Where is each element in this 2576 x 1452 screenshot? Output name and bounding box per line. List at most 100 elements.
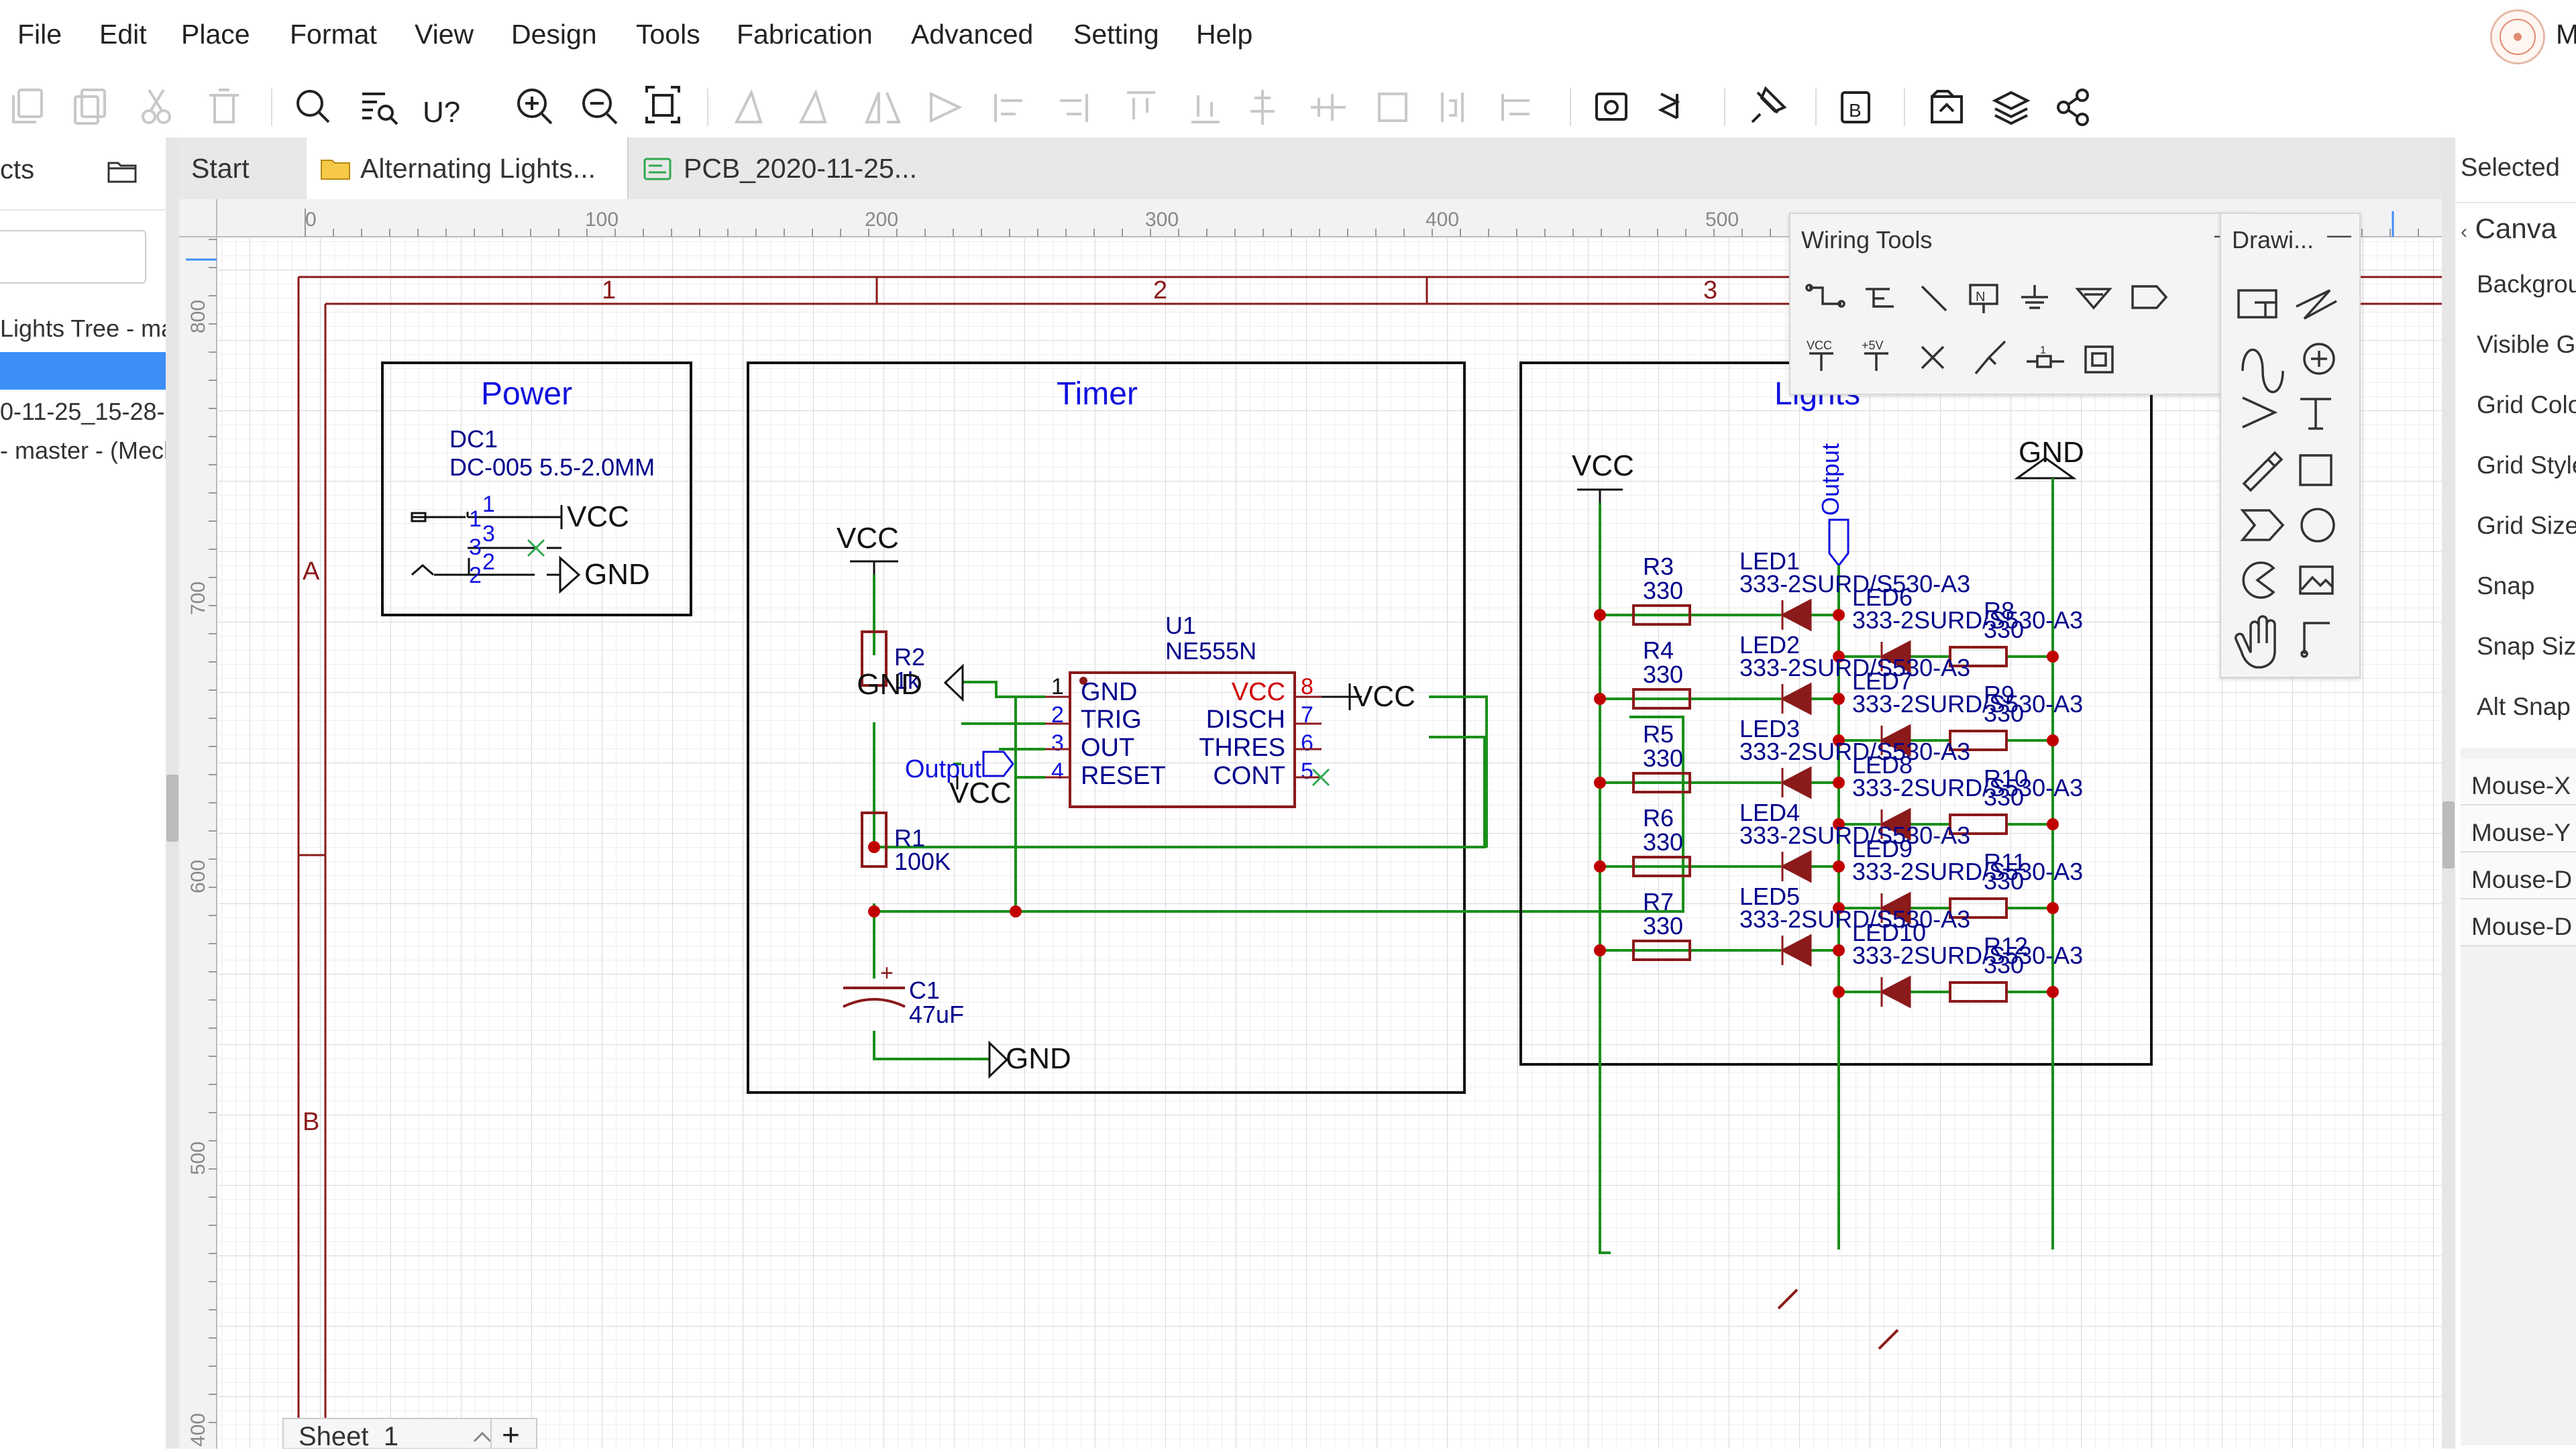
collapse-handle[interactable]	[2443, 801, 2455, 869]
resistor-value: 330	[1643, 912, 1683, 940]
svg-text:RESET: RESET	[1081, 762, 1166, 790]
tab-pcb[interactable]: PCB_2020-11-25...	[630, 137, 938, 199]
resistor-ref: R6	[1643, 804, 1674, 832]
avatar[interactable]	[2490, 9, 2545, 64]
svg-text:8: 8	[1301, 674, 1313, 700]
collapse-handle[interactable]	[166, 775, 178, 842]
svg-text:THRES: THRES	[1199, 734, 1285, 762]
tree-item[interactable]: - master - (Mech	[0, 437, 177, 465]
symbol-box-icon	[2237, 289, 2277, 319]
net-label-icon: N	[1969, 284, 1998, 313]
menu-setting[interactable]: Setting	[1073, 19, 1159, 50]
zoom-in-icon[interactable]	[517, 89, 553, 125]
bom-icon[interactable]: B	[1841, 91, 1870, 123]
duplicate-icon[interactable]	[74, 89, 106, 125]
pin-tool-icon: 1	[2027, 345, 2064, 368]
polygon-icon	[2240, 509, 2285, 541]
svg-text:1: 1	[2040, 345, 2046, 356]
document-tabs: Start Alternating Lights... PCB_2020-11-…	[179, 137, 2442, 199]
svg-text:3: 3	[1051, 730, 1064, 756]
cut-icon[interactable]	[142, 89, 171, 124]
zone-label: B	[303, 1108, 319, 1136]
tree-item-selected[interactable]	[0, 352, 166, 390]
menu-advanced[interactable]: Advanced	[911, 19, 1033, 50]
project-search-input[interactable]	[0, 230, 146, 284]
properties-panel: Selected ‹ Canva Backgrou Visible G Grid…	[2455, 137, 2576, 1449]
new-icon[interactable]	[12, 89, 43, 123]
menu-tools[interactable]: Tools	[636, 19, 700, 50]
section-toggle[interactable]: ‹ Canva	[2461, 213, 2557, 245]
resistor-value: 330	[1984, 783, 2024, 811]
zoom-out-icon[interactable]	[582, 89, 618, 125]
sheet-tab-label: Sheet_1	[299, 1422, 398, 1449]
zone-label: A	[303, 557, 320, 585]
distribute-icon	[1378, 93, 1407, 122]
ruler-label: 800	[187, 300, 209, 333]
menu-place[interactable]: Place	[181, 19, 250, 50]
net-label: VCC	[837, 522, 899, 555]
fit-icon[interactable]	[645, 86, 680, 123]
ruler-label: 100	[585, 209, 619, 231]
ruler-label: 300	[1145, 209, 1179, 231]
probe-icon	[1974, 340, 2006, 375]
search-icon[interactable]	[297, 90, 330, 123]
menu-format[interactable]: Format	[290, 19, 377, 50]
toolbar: U? B	[0, 74, 2576, 137]
svg-text:N: N	[1976, 290, 1985, 304]
net-label: GND	[1006, 1042, 1071, 1075]
mouse-x-label: Mouse-X	[2471, 772, 2571, 799]
tab-schematic[interactable]: Alternating Lights...	[307, 137, 629, 199]
user-initial: M	[2556, 19, 2576, 50]
right-splitter[interactable]	[2442, 137, 2455, 1449]
tree-item[interactable]: Lights Tree - ma	[0, 315, 174, 343]
folder-icon[interactable]	[107, 159, 137, 183]
annotate-icon[interactable]	[1658, 93, 1680, 119]
drawing-tools-panel: Drawi... —	[2220, 213, 2361, 678]
chevron-down-icon: ‹	[2461, 221, 2467, 243]
part-ref: DC1	[449, 425, 498, 453]
tree-item[interactable]: 0-11-25_15-28-	[0, 398, 165, 426]
net-label: VCC	[1572, 449, 1634, 482]
menu-help[interactable]: Help	[1196, 19, 1252, 50]
distribute-v-icon	[1501, 94, 1529, 121]
left-splitter[interactable]	[166, 137, 179, 1449]
prop-snap: Snap	[2477, 572, 2535, 600]
minimize-button[interactable]: —	[2327, 221, 2351, 249]
schematic-canvas[interactable]: 0 100 200 300 400 500 800 700 600 500 40…	[179, 199, 2442, 1452]
camera-icon[interactable]	[1595, 93, 1627, 121]
menu-file[interactable]: File	[17, 19, 62, 50]
led-value: 333-2SURD/S530-A3	[1852, 774, 2083, 801]
menu-fabrication[interactable]: Fabrication	[737, 19, 873, 50]
svg-text:6: 6	[1301, 730, 1313, 756]
led-value: 333-2SURD/S530-A3	[1852, 690, 2083, 718]
resistor-value: 330	[1984, 951, 2024, 979]
resistor-value: 330	[1984, 867, 2024, 895]
tab-start[interactable]: Start	[179, 137, 307, 199]
net-port-icon	[2075, 288, 2112, 310]
output-net-label: Output	[1817, 443, 1844, 516]
block-title: Power	[481, 376, 572, 412]
delete-icon[interactable]	[209, 89, 239, 123]
block-title: Timer	[1057, 376, 1138, 412]
menu-design[interactable]: Design	[511, 19, 597, 50]
menu-view[interactable]: View	[415, 19, 474, 50]
svg-text:100K: 100K	[894, 848, 951, 875]
zone-label: 1	[602, 276, 616, 304]
image-icon	[2299, 565, 2334, 595]
menu-edit[interactable]: Edit	[99, 19, 147, 50]
ruler-label: 500	[1705, 209, 1739, 231]
arrow-icon	[2242, 396, 2278, 429]
share-icon[interactable]	[2057, 89, 2089, 126]
align-right-icon	[1060, 94, 1088, 122]
align-left-icon	[994, 94, 1022, 122]
drawing-tools-title: Drawi...	[2232, 226, 2314, 254]
layers-icon[interactable]	[1992, 91, 2031, 125]
import-icon[interactable]	[1931, 90, 1963, 123]
pin-icon[interactable]	[1751, 86, 1787, 123]
net-label: VCC	[567, 500, 629, 533]
resistor-value: 330	[1643, 744, 1683, 772]
pie-icon	[2242, 561, 2275, 599]
find-replace-icon[interactable]	[362, 93, 398, 125]
led-value: 333-2SURD/S530-A3	[1852, 606, 2083, 634]
ruler-label: 400	[1426, 209, 1459, 231]
